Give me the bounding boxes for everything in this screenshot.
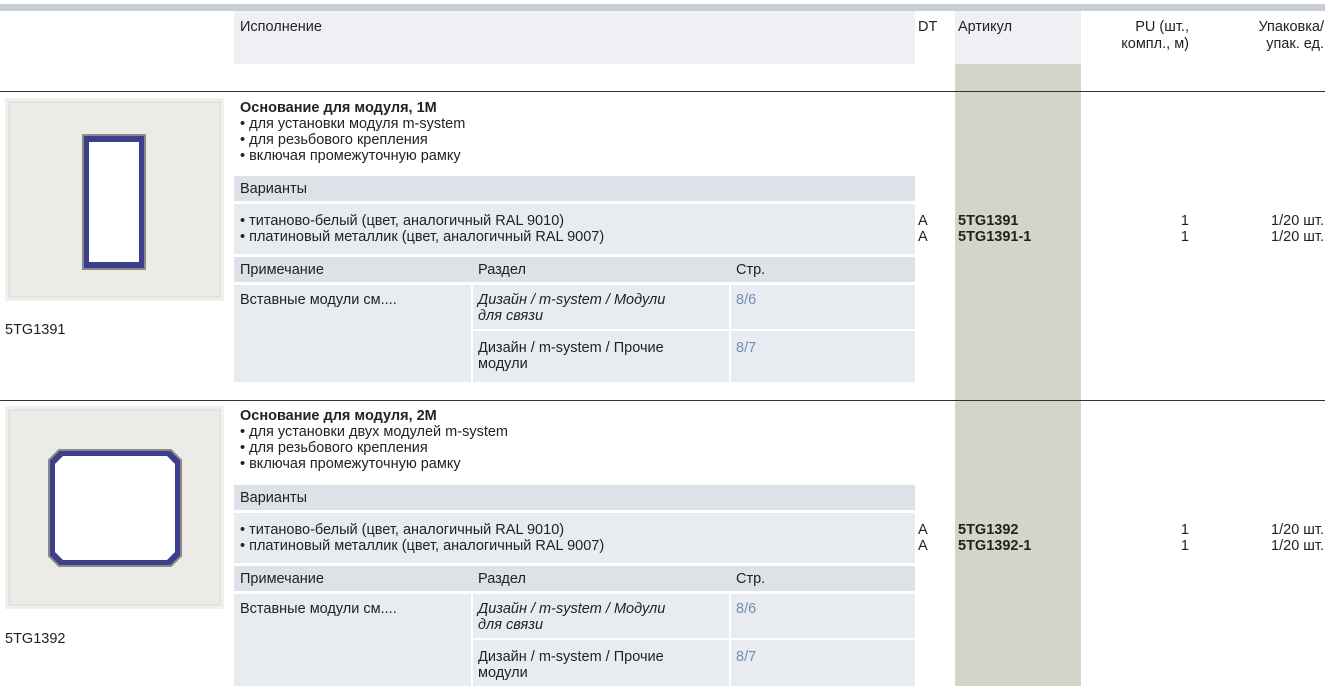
variants-band [234,485,915,510]
variant-article: 5TG1392-1 [958,538,1032,554]
ref-section: модули [478,356,528,372]
header-pu: PU (шт., компл., м) [1085,19,1189,53]
variant-name: • платиновый металлик (цвет, аналогичный… [240,538,605,554]
variant-pack: 1/20 шт. [1271,538,1324,554]
variant-name: • титаново-белый (цвет, аналогичный RAL … [240,522,565,538]
variant-pu: 1 [1180,538,1189,554]
variant-pu: 1 [1180,229,1189,245]
ref-section: Дизайн / m-system / Прочие [478,649,664,665]
ref-section: для связи [478,617,544,633]
notes-cell-bg [731,640,915,686]
frame-1m-icon [8,101,221,298]
notes-cell-bg [731,331,915,382]
ref-page-link[interactable]: 8/7 [736,649,756,665]
variant-article: 5TG1391 [958,213,1019,229]
header-execution-bg [234,11,915,64]
product-bullet: • для установки двух модулей m-system [240,424,508,440]
article-column-bg [955,64,1081,686]
header-pu-line2: компл., м) [1121,36,1189,52]
variant-name: • титаново-белый (цвет, аналогичный RAL … [240,213,565,229]
ref-section: модули [478,665,528,681]
header-execution: Исполнение [240,19,322,35]
variant-dt: A [918,522,928,538]
ref-section: Дизайн / m-system / Прочие [478,340,664,356]
header-dt: DT [918,19,938,35]
product-code: 5TG1392 [5,631,66,647]
variant-pu: 1 [1180,213,1189,229]
top-bar [0,4,1325,11]
variant-pack: 1/20 шт. [1271,229,1324,245]
variants-label: Варианты [240,490,308,506]
variant-name: • платиновый металлик (цвет, аналогичный… [240,229,605,245]
variant-pack: 1/20 шт. [1271,522,1324,538]
header-pack: Упаковка/ упак. ед. [1200,19,1324,53]
ref-page-link[interactable]: 8/6 [736,601,756,617]
product-bullet: • для резьбового крепления [240,132,428,148]
variant-pu: 1 [1180,522,1189,538]
variants-label: Варианты [240,181,308,197]
notes-text: Вставные модули см.... [240,292,397,308]
notes-header-band [234,257,915,282]
notes-header-note: Примечание [240,571,324,587]
product-bullet: • для резьбового крепления [240,440,428,456]
product-title: Основание для модуля, 2M [240,408,437,424]
header-pack-line1: Упаковка/ [1258,19,1324,35]
variant-dt: A [918,229,928,245]
notes-header-page: Стр. [736,262,766,278]
variant-article: 5TG1392 [958,522,1019,538]
product-bullet: • для установки модуля m-system [240,116,466,132]
product-bullet: • включая промежуточную рамку [240,456,461,472]
variants-band [234,176,915,201]
product-title: Основание для модуля, 1M [240,100,437,116]
notes-text: Вставные модули см.... [240,601,397,617]
variant-dt: A [918,213,928,229]
ref-section: Дизайн / m-system / Модули [478,292,666,308]
header-pack-line2: упак. ед. [1266,36,1324,52]
ref-section: для связи [478,308,544,324]
notes-header-section: Раздел [478,262,526,278]
variant-pack: 1/20 шт. [1271,213,1324,229]
ref-page-link[interactable]: 8/7 [736,340,756,356]
notes-cell-bg [731,285,915,329]
notes-header-band [234,566,915,591]
header-article: Артикул [958,19,1013,35]
ref-page-link[interactable]: 8/6 [736,292,756,308]
product-bullet: • включая промежуточную рамку [240,148,461,164]
variant-article: 5TG1391-1 [958,229,1032,245]
product-divider [0,91,1325,92]
notes-header-section: Раздел [478,571,526,587]
product-image-1m [5,98,224,301]
variant-dt: A [918,538,928,554]
notes-cell-bg [731,594,915,638]
product-code: 5TG1391 [5,322,66,338]
product-divider [0,400,1325,401]
product-image-2m [5,406,224,609]
header-pu-line1: PU (шт., [1135,19,1189,35]
frame-2m-icon [8,409,221,606]
notes-header-page: Стр. [736,571,766,587]
notes-header-note: Примечание [240,262,324,278]
ref-section: Дизайн / m-system / Модули [478,601,666,617]
